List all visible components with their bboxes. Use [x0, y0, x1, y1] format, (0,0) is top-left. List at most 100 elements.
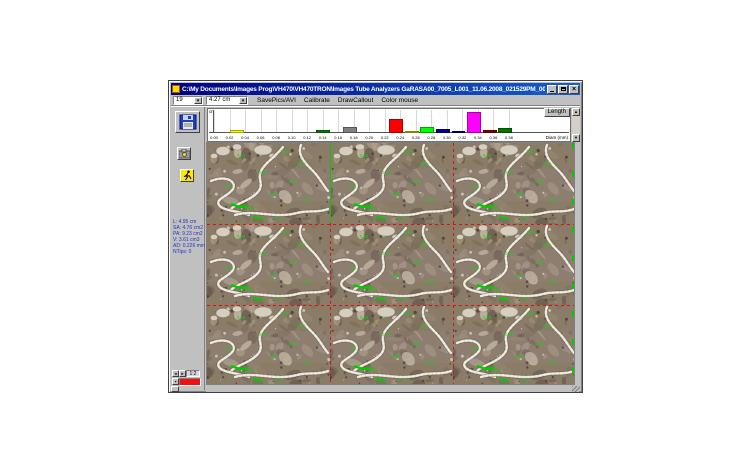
histogram-bar — [436, 129, 450, 133]
prev-frame-button[interactable]: ◂ — [172, 370, 179, 377]
histogram-gridline — [462, 110, 463, 132]
histogram-x-tick-label: 0.12 — [303, 135, 311, 140]
image-tile[interactable] — [207, 224, 330, 305]
runner-icon — [182, 170, 193, 181]
scale-combo[interactable]: 4.27 cm ▾ — [206, 96, 248, 105]
measurement-readout: L: 4.95 cmSA: 4.76 cm2PA: 9.23 cm2V: 3.6… — [173, 219, 205, 255]
column-boundary-line — [453, 143, 454, 384]
histogram-x-axis-unit: Diam (mm) — [546, 135, 568, 140]
histogram-bar — [420, 127, 434, 133]
histogram-bar — [230, 130, 244, 133]
histogram-x-tick-label: 0.04 — [241, 135, 249, 140]
histogram-x-tick-label: 0.22 — [381, 135, 389, 140]
histogram-bar — [483, 130, 497, 133]
histogram-x-tick-label: 0.28 — [427, 135, 435, 140]
app-icon — [172, 85, 180, 93]
right-edge-tick-marks — [572, 143, 574, 384]
histogram-gridline — [416, 110, 417, 132]
image-tile[interactable] — [330, 305, 453, 385]
histogram-x-tick-label: 0.06 — [257, 135, 265, 140]
window-controls: × — [547, 85, 579, 94]
histogram-gridline — [292, 110, 293, 132]
bottom-left-button[interactable] — [171, 386, 179, 392]
frame-combo-value: 19 — [176, 97, 183, 103]
histogram-gridline — [261, 110, 262, 132]
histogram-gridline — [276, 110, 277, 132]
progress-bar — [179, 378, 201, 386]
scale-combo-value: 4.27 cm — [209, 97, 230, 103]
close-icon: × — [572, 86, 576, 93]
image-tile[interactable] — [453, 143, 575, 224]
histogram-bar — [467, 112, 481, 133]
next-frame-button[interactable]: ▸ — [179, 370, 186, 377]
menu-bar: SavePics/AVI Calibrate DrawCallout Color mo… — [257, 97, 418, 104]
histogram-x-tick-label: 0.30 — [443, 135, 451, 140]
row-boundary-line — [207, 224, 574, 225]
run-analysis-button[interactable] — [180, 169, 194, 182]
snapshot-button[interactable] — [177, 147, 191, 160]
length-button[interactable]: Length — [544, 108, 570, 117]
histogram-x-tick-label: 0.10 — [288, 135, 296, 140]
bottom-strip — [206, 386, 580, 392]
histogram-scrollbar[interactable]: ▲ ▼ — [572, 108, 580, 142]
histogram-x-tick-label: 0.08 — [272, 135, 280, 140]
histogram-x-tick-label: 0.02 — [226, 135, 234, 140]
histogram-x-tick-label: 0.24 — [396, 135, 404, 140]
column-boundary-line — [330, 223, 331, 384]
resize-grip-icon[interactable] — [572, 386, 580, 392]
app-window: C:\My Documents\Images Prog\VH470\VH470T… — [168, 80, 583, 393]
histogram-x-tick-label: 0.16 — [334, 135, 342, 140]
image-tile[interactable] — [453, 224, 575, 305]
histogram-x-tick-label: 0.38 — [505, 135, 513, 140]
save-button[interactable] — [175, 111, 200, 133]
chevron-down-icon[interactable]: ▾ — [239, 97, 247, 104]
image-tile[interactable] — [330, 224, 453, 305]
histogram-x-tick-label: 0.18 — [350, 135, 358, 140]
histogram-bar — [498, 128, 512, 133]
image-tile[interactable] — [207, 305, 330, 385]
chevron-down-icon[interactable]: ▾ — [194, 97, 202, 104]
histogram-x-tick-label: 0.26 — [412, 135, 420, 140]
close-button[interactable]: × — [569, 85, 579, 94]
title-bar[interactable]: C:\My Documents\Images Prog\VH470\VH470T… — [171, 83, 580, 95]
camera-icon — [179, 149, 190, 159]
minimize-button[interactable] — [547, 85, 557, 94]
frame-combo[interactable]: 19 ▾ — [173, 96, 203, 105]
scroll-up-icon[interactable]: ▲ — [572, 108, 580, 116]
histogram-gridline — [307, 110, 308, 132]
histogram-x-tick-label: 0.32 — [458, 135, 466, 140]
histogram-plot: cm 0.000.020.040.060.080.100.120.140.160… — [207, 108, 571, 142]
marker-button[interactable]: ▪ — [172, 378, 179, 385]
image-tile[interactable] — [453, 305, 575, 385]
minimize-icon — [550, 91, 554, 92]
image-tile-grid — [207, 143, 575, 385]
measurement-row: NTips: 0 — [173, 249, 205, 255]
histogram-bar — [389, 119, 403, 133]
window-title: C:\My Documents\Images Prog\VH470\VH470T… — [182, 86, 545, 93]
histogram-bar — [452, 131, 466, 133]
menu-item-calibrate[interactable]: Calibrate — [304, 97, 330, 104]
histogram-gridline — [385, 110, 386, 132]
histogram-gridline — [245, 110, 246, 132]
diameter-histogram-panel: cm 0.000.020.040.060.080.100.120.140.160… — [206, 107, 580, 142]
histogram-x-tick-label: 0.20 — [365, 135, 373, 140]
image-tile[interactable] — [330, 143, 453, 224]
menu-item-color-mouse[interactable]: Color mouse — [381, 97, 418, 104]
sidebar: L: 4.95 cmSA: 4.76 cm2PA: 9.23 cm2V: 3.6… — [171, 107, 205, 390]
toolbar: 19 ▾ 4.27 cm ▾ SavePics/AVI Calibrate Draw… — [171, 95, 580, 106]
menu-item-savepics-avi[interactable]: SavePics/AVI — [257, 97, 296, 104]
histogram-bar — [316, 130, 330, 133]
image-viewport[interactable]: 0.230.150.310.180.260.120.290.210.340.17 — [206, 142, 575, 385]
progress-fill — [180, 379, 200, 385]
scroll-down-icon[interactable]: ▼ — [572, 134, 580, 142]
histogram-gridline — [493, 110, 494, 132]
floppy-disk-icon — [179, 114, 197, 130]
sidebar-bottom-controls: ◂▸1:2 ▪ — [172, 370, 205, 386]
maximize-button[interactable] — [558, 85, 568, 94]
histogram-gridline — [323, 110, 324, 132]
image-tile[interactable] — [207, 143, 330, 224]
histogram-gridline — [338, 110, 339, 132]
column-boundary-line-green — [330, 143, 331, 223]
histogram-bar — [405, 131, 419, 133]
menu-item-drawcallout[interactable]: DrawCallout — [338, 97, 373, 104]
